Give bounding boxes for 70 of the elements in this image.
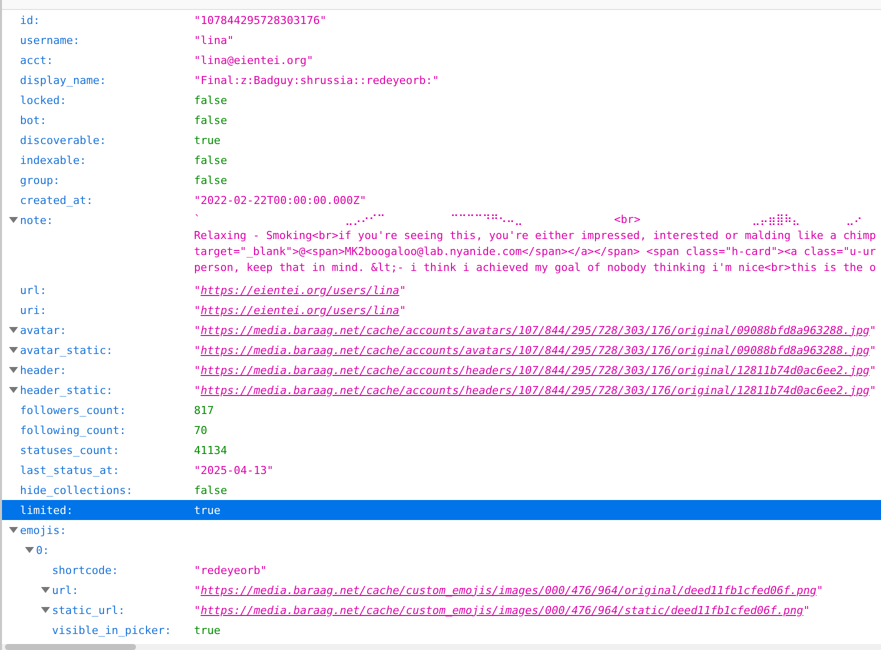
json-value: false (194, 94, 228, 106)
json-value: false (194, 154, 228, 166)
json-key: following_count: (20, 424, 126, 436)
caret-down-icon[interactable] (8, 327, 18, 333)
json-key: username: (20, 34, 80, 46)
json-value: "lina@eientei.org" (194, 54, 314, 66)
json-key: header_static: (20, 384, 113, 396)
json-key: id: (20, 14, 40, 26)
caret-down-icon[interactable] (8, 367, 18, 373)
json-value: "redeyeorb" (194, 564, 267, 576)
json-key: note: (20, 214, 54, 226)
json-value: false (194, 484, 228, 496)
note-text-line: Relaxing - Smoking<br>if you're seeing this, you're either impressed, interested or malding like a chimp (194, 228, 876, 244)
url-link[interactable]: "https://media.baraag.net/cache/custom_emojis/images/000/476/964/original/deed11fb1cfed06f.png" (194, 584, 824, 596)
url-link[interactable]: "https://media.baraag.net/cache/accounts/avatars/107/844/295/728/303/176/original/09088bfd8a963288.jpg" (194, 344, 876, 356)
json-key: display_name: (20, 74, 106, 86)
json-key: discoverable: (20, 134, 106, 146)
json-value: "Final:z:Badguy:shrussia::redeyeorb:" (194, 74, 440, 86)
json-key: static_url: (52, 604, 125, 616)
json-key: statuses_count: (20, 444, 120, 456)
json-key: acct: (20, 54, 54, 66)
json-key: bot: (20, 114, 46, 126)
json-value: false (194, 114, 228, 126)
json-key: created_at: (20, 194, 93, 206)
json-key: avatar: (20, 324, 66, 336)
caret-down-icon[interactable] (8, 387, 18, 393)
json-key: group: (20, 174, 60, 186)
json-value: "lina" (194, 34, 234, 46)
caret-down-icon[interactable] (8, 217, 18, 223)
caret-down-icon[interactable] (40, 587, 50, 593)
json-key: url: (20, 284, 46, 296)
json-key: locked: (20, 94, 66, 106)
json-key: visible_in_picker: (52, 624, 172, 636)
json-value: false (194, 174, 228, 186)
caret-down-icon[interactable] (8, 347, 18, 353)
json-value: true (194, 624, 220, 636)
note-text-line: ` ⣀⡠⠔⠊⠉ ⠉⠉⠉⠉⠙⠛⠢⠤⣀ <br> ⣀⡤⣶⣿⠷⣄ ⣀⠔ (194, 212, 863, 228)
json-key: 0: (36, 544, 50, 556)
url-link[interactable]: "https://eientei.org/users/lina" (194, 284, 406, 296)
url-link[interactable]: "https://media.baraag.net/cache/custom_emojis/images/000/476/964/static/deed11fb1cfed06f.png" (194, 604, 810, 616)
json-key: avatar_static: (20, 344, 113, 356)
json-value: 817 (194, 404, 214, 416)
json-value: "107844295728303176" (194, 14, 326, 26)
json-key: limited: (20, 504, 73, 516)
caret-down-icon[interactable] (8, 527, 18, 533)
json-value: true (194, 504, 220, 516)
horizontal-scrollbar[interactable] (2, 644, 881, 650)
json-key: followers_count: (20, 404, 126, 416)
caret-down-icon[interactable] (40, 607, 50, 613)
json-key: indexable: (20, 154, 86, 166)
json-key: shortcode: (52, 564, 118, 576)
url-link[interactable]: "https://media.baraag.net/cache/accounts/avatars/107/844/295/728/303/176/original/09088bfd8a963288.jpg" (194, 324, 876, 336)
selected-row[interactable]: limited: true (2, 500, 881, 520)
json-key: header: (20, 364, 66, 376)
url-link[interactable]: "https://media.baraag.net/cache/accounts/headers/107/844/295/728/303/176/original/12811b74d0ac6ee2.jpg" (194, 364, 876, 376)
json-value: 70 (194, 424, 208, 436)
caret-down-icon[interactable] (24, 547, 34, 553)
url-link[interactable]: "https://media.baraag.net/cache/accounts/headers/107/844/295/728/303/176/original/12811b74d0ac6ee2.jpg" (194, 384, 876, 396)
note-text-line: target="_blank">@<span>MK2boogaloo@lab.nyanide.com</span></a></span> <span class="h-card"><a class="u-ur (194, 244, 876, 260)
note-text-line: person, keep that in mind. &lt;- i think i achieved my goal of nobody thinking i'm nice<br>this is the o (194, 260, 876, 276)
json-key: url: (52, 584, 78, 596)
json-value: "2022-02-22T00:00:00.000Z" (194, 194, 366, 206)
url-link[interactable]: "https://eientei.org/users/lina" (194, 304, 406, 316)
json-value: "2025-04-13" (194, 464, 274, 476)
json-value: true (194, 134, 220, 146)
json-key: hide_collections: (20, 484, 133, 496)
json-key: last_status_at: (20, 464, 120, 476)
json-key: emojis: (20, 524, 66, 536)
json-value: 41134 (194, 444, 228, 456)
json-key: uri: (20, 304, 46, 316)
